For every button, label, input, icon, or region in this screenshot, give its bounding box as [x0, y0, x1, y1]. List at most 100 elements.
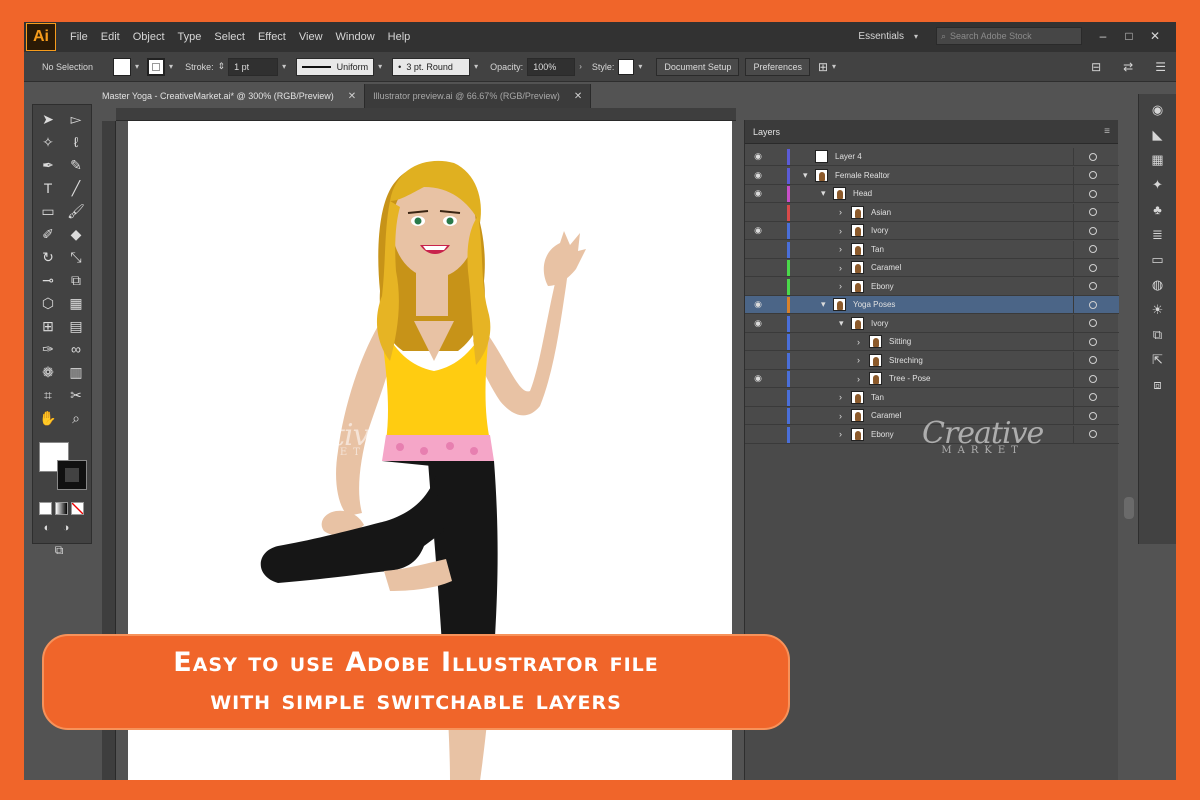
stroke-color-control[interactable]: ▾: [147, 57, 173, 76]
expand-arrow-icon[interactable]: ▾: [821, 299, 826, 310]
curvature-tool-icon[interactable]: ✎: [64, 156, 88, 174]
panel-menu-icon[interactable]: ≡: [1104, 126, 1110, 137]
brush-field[interactable]: • 3 pt. Round: [392, 57, 471, 76]
align-icon[interactable]: ⊟: [1091, 60, 1101, 74]
expand-arrow-icon[interactable]: ›: [839, 226, 842, 236]
stroke-panel-icon[interactable]: ≣: [1149, 227, 1167, 243]
target-circle-icon[interactable]: [1089, 245, 1097, 253]
style-control[interactable]: ▾: [618, 58, 642, 75]
target-circle-icon[interactable]: [1089, 337, 1097, 346]
expand-arrow-icon[interactable]: ›: [839, 263, 842, 273]
symbol-sprayer-icon[interactable]: ❁: [36, 363, 60, 381]
target-circle-icon[interactable]: [1089, 263, 1097, 272]
variable-width-profile[interactable]: Uniform ▾: [296, 57, 382, 76]
menu-help[interactable]: Help: [388, 31, 411, 43]
perspective-grid-icon[interactable]: ▦: [64, 294, 88, 312]
stroke-weight-field[interactable]: 1 pt: [228, 57, 279, 76]
export-icon[interactable]: ⇱: [1149, 352, 1167, 368]
opacity-field[interactable]: 100%: [527, 57, 576, 76]
close-icon[interactable]: ✕: [348, 91, 356, 102]
target-circle-icon[interactable]: [1089, 208, 1097, 216]
scale-tool-icon[interactable]: ⤡: [64, 248, 88, 266]
expand-arrow-icon[interactable]: ›: [839, 207, 842, 217]
fill-control[interactable]: ▾: [113, 57, 139, 76]
appearance-icon[interactable]: ☀: [1149, 302, 1167, 318]
gradient-panel-icon[interactable]: ▭: [1149, 252, 1167, 268]
layer-row[interactable]: › Tan: [745, 388, 1119, 407]
screen-mode-icon[interactable]: ⧉: [49, 541, 69, 559]
stroke-color-box[interactable]: [57, 460, 87, 490]
visibility-eye-icon[interactable]: ◉: [751, 373, 765, 384]
target-circle-icon[interactable]: [1089, 171, 1097, 179]
visibility-eye-icon[interactable]: ◉: [751, 318, 765, 329]
expand-arrow-icon[interactable]: ▾: [839, 318, 844, 329]
chevron-down-icon[interactable]: ▾: [378, 62, 382, 71]
layer-row[interactable]: › Ebony: [745, 277, 1119, 296]
menu-select[interactable]: Select: [214, 31, 245, 43]
blend-tool-icon[interactable]: ∞: [64, 340, 88, 358]
close-icon[interactable]: ✕: [574, 91, 582, 102]
minimize-icon[interactable]: –: [1090, 29, 1116, 43]
target-circle-icon[interactable]: [1089, 282, 1097, 290]
visibility-eye-icon[interactable]: ◉: [751, 151, 765, 162]
libraries-icon[interactable]: ◣: [1149, 127, 1167, 143]
preferences-button[interactable]: Preferences: [745, 57, 810, 76]
expand-arrow-icon[interactable]: ›: [857, 374, 860, 384]
tab-master-yoga[interactable]: Master Yoga - CreativeMarket.ai* @ 300% …: [94, 84, 366, 108]
selection-tool-icon[interactable]: ➤: [36, 110, 60, 128]
menu-effect[interactable]: Effect: [258, 31, 286, 43]
chevron-down-icon[interactable]: ▾: [169, 62, 173, 71]
chevron-down-icon[interactable]: ▾: [832, 62, 836, 71]
target-circle-icon[interactable]: [1089, 393, 1097, 401]
fill-stroke-widget[interactable]: [37, 442, 93, 498]
layers-scrollbar[interactable]: [1124, 497, 1134, 519]
free-transform-icon[interactable]: ⧉: [64, 271, 88, 289]
swatches-icon[interactable]: ▦: [1149, 152, 1167, 168]
color-icon[interactable]: [39, 502, 52, 515]
draw-normal-icon[interactable]: ◐: [39, 519, 55, 537]
layer-row[interactable]: › Ebony: [745, 425, 1119, 444]
target-circle-icon[interactable]: [1089, 374, 1097, 383]
chevron-down-icon[interactable]: ▾: [282, 62, 286, 71]
layer-row[interactable]: › Sitting: [745, 333, 1119, 351]
line-tool-icon[interactable]: ╱: [64, 179, 88, 197]
menu-object[interactable]: Object: [133, 31, 165, 43]
layer-row[interactable]: › Caramel: [745, 407, 1119, 425]
workspace-switcher[interactable]: Essentials ▾: [858, 31, 918, 42]
panel-menu-icon[interactable]: ☰: [1155, 60, 1166, 74]
layer-row[interactable]: ◉ Layer 4: [745, 148, 1119, 166]
visibility-eye-icon[interactable]: ◉: [751, 299, 765, 310]
layer-row[interactable]: › Caramel: [745, 259, 1119, 277]
shaper-tool-icon[interactable]: ✐: [36, 225, 60, 243]
target-circle-icon[interactable]: [1089, 152, 1097, 161]
close-icon[interactable]: ✕: [1142, 29, 1168, 43]
stepper-icon[interactable]: ⇕: [218, 61, 226, 72]
expand-arrow-icon[interactable]: ▾: [803, 170, 808, 181]
visibility-eye-icon[interactable]: ◉: [751, 225, 765, 236]
layer-row[interactable]: ◉ ▾ Female Realtor: [745, 166, 1119, 185]
target-circle-icon[interactable]: [1089, 319, 1097, 327]
menu-file[interactable]: File: [70, 31, 88, 43]
layer-row[interactable]: ◉ ▾ Yoga Poses: [745, 296, 1119, 314]
artboard-tool-icon[interactable]: ⌗: [36, 386, 60, 404]
target-circle-icon[interactable]: [1089, 300, 1097, 309]
visibility-eye-icon[interactable]: ◉: [751, 170, 765, 181]
gradient-tool-icon[interactable]: ▤: [64, 317, 88, 335]
eraser-icon[interactable]: ◆: [64, 225, 88, 243]
fill-swatch[interactable]: [113, 57, 132, 76]
chevron-down-icon[interactable]: ▾: [474, 62, 478, 71]
expand-arrow-icon[interactable]: ›: [839, 429, 842, 439]
maximize-icon[interactable]: □: [1116, 29, 1142, 43]
eyedropper-icon[interactable]: ✑: [36, 340, 60, 358]
width-tool-icon[interactable]: ⊸: [36, 271, 60, 289]
transparency-icon[interactable]: ◍: [1149, 277, 1167, 293]
stroke-weight[interactable]: ⇕ 1 pt ▾: [218, 57, 286, 76]
chevron-right-icon[interactable]: ›: [579, 62, 582, 71]
target-circle-icon[interactable]: [1089, 189, 1097, 198]
layer-row[interactable]: ◉ › Tree - Pose: [745, 370, 1119, 388]
symbols-icon[interactable]: ♣: [1149, 202, 1167, 218]
style-swatch[interactable]: [618, 58, 635, 75]
zoom-tool-icon[interactable]: ⌕: [64, 409, 88, 427]
shape-builder-icon[interactable]: ⬡: [36, 294, 60, 312]
graphic-styles-icon[interactable]: ⧉: [1149, 327, 1167, 343]
